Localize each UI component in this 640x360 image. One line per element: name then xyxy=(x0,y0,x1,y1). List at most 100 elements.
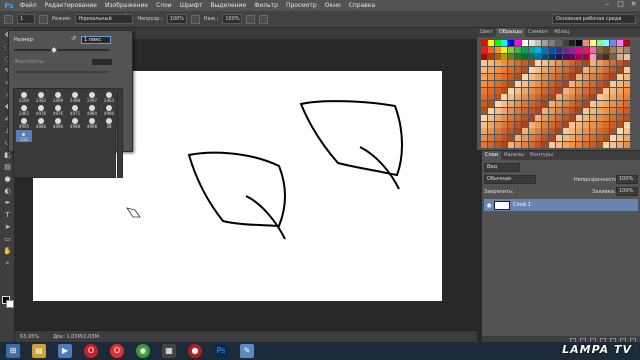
tab-character[interactable]: Символ xyxy=(525,28,551,37)
color-swatch[interactable] xyxy=(508,114,515,121)
color-swatch[interactable] xyxy=(623,74,630,80)
color-swatch[interactable] xyxy=(555,128,562,135)
color-swatch[interactable] xyxy=(603,53,610,60)
color-swatch[interactable] xyxy=(521,53,528,60)
color-swatch[interactable] xyxy=(494,53,501,60)
color-swatch[interactable] xyxy=(623,114,630,121)
color-swatch[interactable] xyxy=(481,108,487,114)
brush-preset[interactable]: 4998 xyxy=(67,117,83,129)
color-swatch[interactable] xyxy=(542,53,549,60)
color-swatch[interactable] xyxy=(589,74,596,80)
color-swatch[interactable] xyxy=(521,40,528,46)
color-swatch[interactable] xyxy=(610,108,617,114)
color-swatch[interactable] xyxy=(508,121,515,128)
color-swatch[interactable] xyxy=(481,142,487,148)
color-swatch[interactable] xyxy=(535,142,542,148)
brush-preset[interactable]: 2465 xyxy=(16,104,32,116)
color-swatch[interactable] xyxy=(576,80,583,87)
color-swatch[interactable] xyxy=(617,114,623,121)
color-swatch[interactable] xyxy=(576,87,583,94)
menu-edit[interactable]: Редактирование xyxy=(41,0,101,11)
color-swatch[interactable] xyxy=(521,87,528,94)
brush-preset[interactable]: 4975 xyxy=(67,104,83,116)
color-swatch[interactable] xyxy=(515,114,521,121)
explorer-icon[interactable]: ▤ xyxy=(32,344,46,358)
color-swatch[interactable] xyxy=(555,142,562,148)
color-swatch[interactable] xyxy=(617,80,623,87)
menu-view[interactable]: Просмотр xyxy=(282,0,321,11)
minimize-icon[interactable]: – xyxy=(603,0,612,9)
color-swatch[interactable] xyxy=(555,114,562,121)
color-swatch[interactable] xyxy=(569,94,576,101)
color-swatch[interactable] xyxy=(555,53,562,60)
color-swatch[interactable] xyxy=(515,40,521,46)
color-swatch[interactable] xyxy=(583,101,589,108)
color-swatch[interactable] xyxy=(481,135,487,142)
color-swatch[interactable] xyxy=(508,108,515,114)
color-swatch[interactable] xyxy=(494,94,501,101)
color-swatch[interactable] xyxy=(569,101,576,108)
color-swatch[interactable] xyxy=(528,128,535,135)
color-swatch[interactable] xyxy=(508,53,515,60)
color-swatch[interactable] xyxy=(501,60,508,67)
pressure-opacity-icon[interactable] xyxy=(190,14,200,24)
pen-tool-icon[interactable]: ✒ xyxy=(2,198,13,208)
color-swatch[interactable] xyxy=(583,135,589,142)
close-icon[interactable]: ✕ xyxy=(629,0,638,9)
brush-preset-selected[interactable]: 618 xyxy=(16,130,32,142)
brush-preset[interactable]: 38 xyxy=(101,117,117,129)
color-swatch[interactable] xyxy=(576,60,583,67)
color-swatch[interactable] xyxy=(603,74,610,80)
color-swatch[interactable] xyxy=(610,142,617,148)
color-swatch[interactable] xyxy=(528,60,535,67)
color-swatch[interactable] xyxy=(576,94,583,101)
color-swatch[interactable] xyxy=(562,108,569,114)
color-swatch[interactable] xyxy=(481,114,487,121)
color-swatch[interactable] xyxy=(583,60,589,67)
pressure-size-icon[interactable] xyxy=(259,14,269,24)
paint-icon[interactable]: ✎ xyxy=(240,344,254,358)
color-swatch[interactable] xyxy=(549,135,555,142)
color-swatch[interactable] xyxy=(589,87,596,94)
color-swatch[interactable] xyxy=(528,87,535,94)
color-swatch[interactable] xyxy=(610,46,617,53)
brush-preset[interactable]: 2463 xyxy=(101,91,117,103)
color-swatch[interactable] xyxy=(549,53,555,60)
color-swatch[interactable] xyxy=(569,114,576,121)
color-swatch[interactable] xyxy=(589,114,596,121)
color-swatch[interactable] xyxy=(549,101,555,108)
color-swatch[interactable] xyxy=(610,80,617,87)
color-swatch[interactable] xyxy=(508,94,515,101)
color-swatch[interactable] xyxy=(549,60,555,67)
color-swatch[interactable] xyxy=(528,135,535,142)
start-icon[interactable]: ⊞ xyxy=(6,344,20,358)
color-swatch[interactable] xyxy=(535,40,542,46)
color-swatch[interactable] xyxy=(487,80,494,87)
color-swatch[interactable] xyxy=(562,114,569,121)
opera-icon[interactable]: O xyxy=(84,344,98,358)
color-swatch[interactable] xyxy=(603,114,610,121)
layer-kind-filter[interactable]: Вид xyxy=(484,163,520,172)
color-swatch[interactable] xyxy=(623,80,630,87)
color-swatch[interactable] xyxy=(583,108,589,114)
color-swatch[interactable] xyxy=(494,114,501,121)
color-swatch[interactable] xyxy=(583,40,589,46)
color-swatch[interactable] xyxy=(501,114,508,121)
color-swatch[interactable] xyxy=(576,46,583,53)
color-swatch[interactable] xyxy=(576,53,583,60)
color-swatch[interactable] xyxy=(515,94,521,101)
color-swatch[interactable] xyxy=(562,46,569,53)
color-swatch[interactable] xyxy=(521,67,528,74)
color-swatch[interactable] xyxy=(583,80,589,87)
color-swatch[interactable] xyxy=(528,121,535,128)
color-swatch[interactable] xyxy=(569,40,576,46)
color-swatch[interactable] xyxy=(542,114,549,121)
color-swatch[interactable] xyxy=(528,94,535,101)
color-swatch[interactable] xyxy=(515,46,521,53)
color-swatch[interactable] xyxy=(596,80,603,87)
color-swatch[interactable] xyxy=(589,135,596,142)
color-swatch[interactable] xyxy=(494,46,501,53)
color-swatch[interactable] xyxy=(501,101,508,108)
color-swatch[interactable] xyxy=(623,40,630,46)
color-swatch[interactable] xyxy=(617,142,623,148)
